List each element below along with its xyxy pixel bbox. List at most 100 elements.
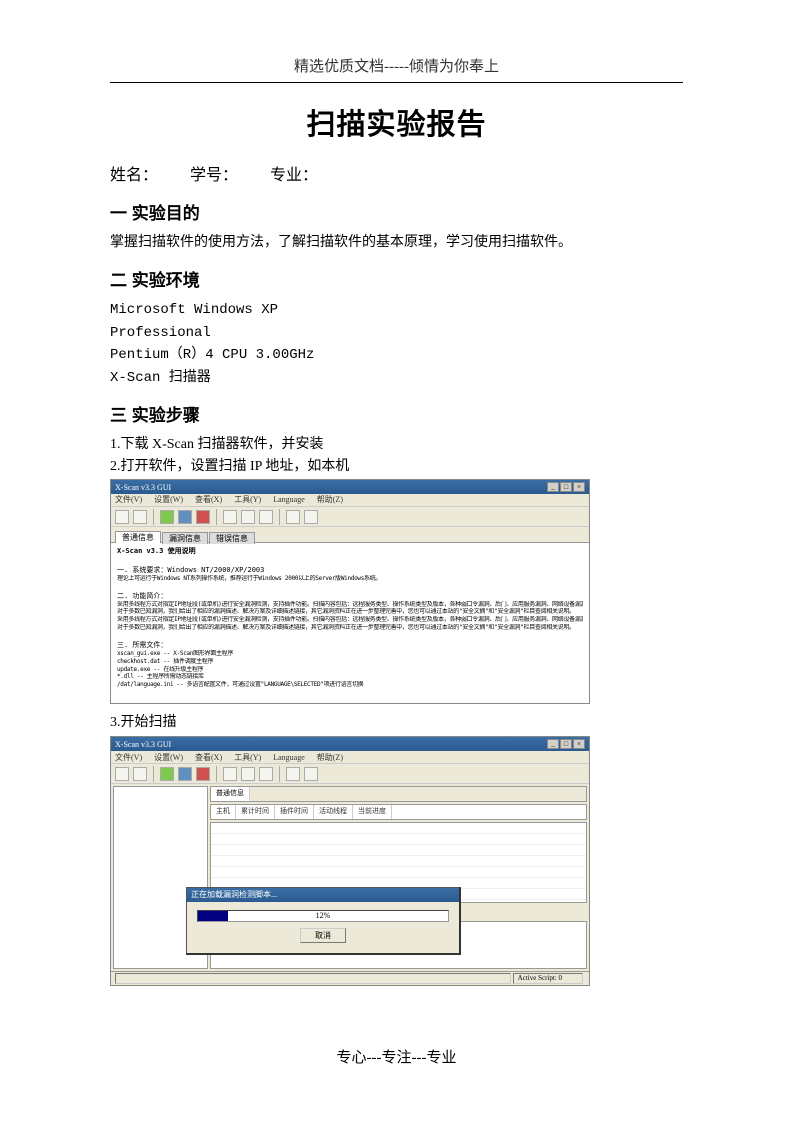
menu-language[interactable]: Language — [273, 753, 305, 762]
menu-settings[interactable]: 设置(W) — [154, 495, 183, 504]
toolbar-icon[interactable] — [133, 767, 147, 781]
toolbar-icon[interactable] — [286, 510, 300, 524]
name-label: 姓名： — [110, 167, 158, 184]
toolbar-icon[interactable] — [115, 767, 129, 781]
ss1-tabs: 普通信息 漏洞信息 错误信息 — [111, 527, 589, 543]
ss1-line: *.dll -- 主程序所需动态链接库 — [117, 673, 583, 681]
menu-file[interactable]: 文件(V) — [115, 495, 142, 504]
maximize-icon[interactable]: □ — [560, 739, 572, 749]
play-icon[interactable] — [160, 510, 174, 524]
ss1-body: X-Scan v3.3 使用说明 一. 系统要求：Windows NT/2000… — [111, 543, 589, 703]
env-line-4: X-Scan 扫描器 — [110, 367, 683, 389]
ss1-window-title: X-Scan v3.3 GUI — [115, 483, 171, 493]
ss1-line: 理论上可运行于Windows NT系列操作系统，推荐运行于Windows 200… — [117, 575, 583, 583]
ss2-menubar: 文件(V) 设置(W) 查看(X) 工具(Y) Language 帮助(Z) — [111, 751, 589, 764]
close-icon[interactable]: × — [573, 482, 585, 492]
menu-help[interactable]: 帮助(Z) — [317, 753, 343, 762]
toolbar-icon[interactable] — [115, 510, 129, 524]
section-2-heading: 二 实验环境 — [110, 266, 683, 291]
toolbar-icon[interactable] — [133, 510, 147, 524]
env-line-1: Microsoft Windows XP — [110, 299, 683, 321]
menu-view[interactable]: 查看(X) — [195, 495, 222, 504]
section-3-heading: 三 实验步骤 — [110, 401, 683, 426]
step-1: 1.下载 X-Scan 扫描器软件，并安装 — [110, 434, 683, 456]
tab-scan[interactable]: 普通信息 — [211, 787, 250, 801]
progress-percent: 12% — [198, 911, 448, 920]
pause-icon[interactable] — [178, 510, 192, 524]
section-1-text: 掌握扫描软件的使用方法，了解扫描软件的基本原理，学习使用扫描软件。 — [110, 232, 683, 254]
menu-tools[interactable]: 工具(Y) — [234, 753, 261, 762]
col-threads: 活动线程 — [314, 805, 353, 819]
ss2-titlebar: X-Scan v3.3 GUI _ □ × — [111, 737, 589, 751]
ss1-line: /dat/language.ini -- 多语言配置文件，可通过设置"LANGU… — [117, 681, 583, 689]
col-plugin-time: 插件时间 — [275, 805, 314, 819]
toolbar-icon[interactable] — [304, 767, 318, 781]
toolbar-icon[interactable] — [223, 510, 237, 524]
ss2-window-title: X-Scan v3.3 GUI — [115, 740, 171, 749]
step-3: 3.开始扫描 — [110, 712, 683, 734]
ss1-line: xscan_gui.exe -- X-Scan图形界面主程序 — [117, 650, 583, 658]
close-icon[interactable]: × — [573, 739, 585, 749]
pause-icon[interactable] — [178, 767, 192, 781]
ss1-line: 对于多数已知漏洞，我们给出了相应的漏洞描述、解决方案及详细描述链接，其它漏洞资料… — [117, 608, 583, 616]
dialog-title: 正在加载漏洞检测脚本... — [187, 888, 459, 902]
student-info: 姓名： 学号： 专业： — [110, 161, 683, 185]
minimize-icon[interactable]: _ — [547, 739, 559, 749]
section-1-heading: 一 实验目的 — [110, 199, 683, 224]
play-icon[interactable] — [160, 767, 174, 781]
ss2-tab-row: 普通信息 — [210, 786, 587, 802]
ss1-line: 二. 功能简介： — [117, 592, 583, 601]
cancel-button[interactable]: 取消 — [300, 928, 346, 943]
toolbar-icon[interactable] — [259, 510, 273, 524]
env-line-2: Professional — [110, 322, 683, 344]
id-label: 学号： — [190, 167, 238, 184]
progress-bar: 12% — [197, 910, 449, 922]
ss1-menubar: 文件(V) 设置(W) 查看(X) 工具(Y) Language 帮助(Z) — [111, 494, 589, 507]
col-progress: 当前进度 — [353, 805, 392, 819]
ss1-line: 三. 所需文件： — [117, 641, 583, 650]
tab-vuln-info[interactable]: 漏洞信息 — [162, 532, 208, 545]
page-footer: 专心---专注---专业 — [0, 1046, 793, 1067]
window-buttons: _ □ × — [547, 739, 585, 749]
tab-normal-info[interactable]: 普通信息 — [115, 531, 161, 544]
ss2-statusbar: Active Script: 0 — [111, 971, 589, 985]
env-line-3: Pentium（R）4 CPU 3.00GHz — [110, 344, 683, 366]
menu-language[interactable]: Language — [273, 495, 305, 504]
stop-icon[interactable] — [196, 510, 210, 524]
menu-file[interactable]: 文件(V) — [115, 753, 142, 762]
menu-view[interactable]: 查看(X) — [195, 753, 222, 762]
ss1-line: checkhost.dat -- 插件调度主程序 — [117, 658, 583, 666]
step-2: 2.打开软件，设置扫描 IP 地址，如本机 — [110, 456, 683, 478]
ss1-titlebar: X-Scan v3.3 GUI _ □ × — [111, 480, 589, 494]
toolbar-icon[interactable] — [223, 767, 237, 781]
toolbar-icon[interactable] — [286, 767, 300, 781]
ss1-line: 采用多线程方式对指定IP地址段(或单机)进行安全漏洞检测，支持插件功能。扫描内容… — [117, 601, 583, 609]
ss2-column-header: 主机 累计时间 插件时间 活动线程 当前进度 — [210, 804, 587, 820]
screenshot-1: X-Scan v3.3 GUI _ □ × 文件(V) 设置(W) 查看(X) … — [110, 479, 590, 704]
screenshot-2: X-Scan v3.3 GUI _ □ × 文件(V) 设置(W) 查看(X) … — [110, 736, 590, 986]
col-host: 主机 — [211, 805, 236, 819]
progress-dialog: 正在加载漏洞检测脚本... 12% 取消 — [186, 887, 461, 955]
ss1-line: X-Scan v3.3 使用说明 — [117, 547, 583, 556]
ss1-line: 一. 系统要求：Windows NT/2000/XP/2003 — [117, 566, 583, 575]
status-text: Active Script: 0 — [513, 973, 583, 984]
toolbar-icon[interactable] — [304, 510, 318, 524]
toolbar-icon[interactable] — [259, 767, 273, 781]
toolbar-icon[interactable] — [241, 510, 255, 524]
menu-settings[interactable]: 设置(W) — [154, 753, 183, 762]
menu-help[interactable]: 帮助(Z) — [317, 495, 343, 504]
major-label: 专业： — [270, 167, 318, 184]
ss1-toolbar — [111, 507, 589, 527]
ss1-line: update.exe -- 在线升级主程序 — [117, 666, 583, 674]
ss1-line: 对于多数已知漏洞，我们给出了相应的漏洞描述、解决方案及详细描述链接，其它漏洞资料… — [117, 624, 583, 632]
col-time: 累计时间 — [236, 805, 275, 819]
tab-error-info[interactable]: 错误信息 — [209, 532, 255, 545]
ss1-line: 采用多线程方式对指定IP地址段(或单机)进行安全漏洞检测，支持插件功能。扫描内容… — [117, 616, 583, 624]
ss2-toolbar — [111, 764, 589, 784]
maximize-icon[interactable]: □ — [560, 482, 572, 492]
minimize-icon[interactable]: _ — [547, 482, 559, 492]
toolbar-icon[interactable] — [241, 767, 255, 781]
menu-tools[interactable]: 工具(Y) — [234, 495, 261, 504]
stop-icon[interactable] — [196, 767, 210, 781]
page-header: 精选优质文档-----倾情为你奉上 — [110, 55, 683, 83]
